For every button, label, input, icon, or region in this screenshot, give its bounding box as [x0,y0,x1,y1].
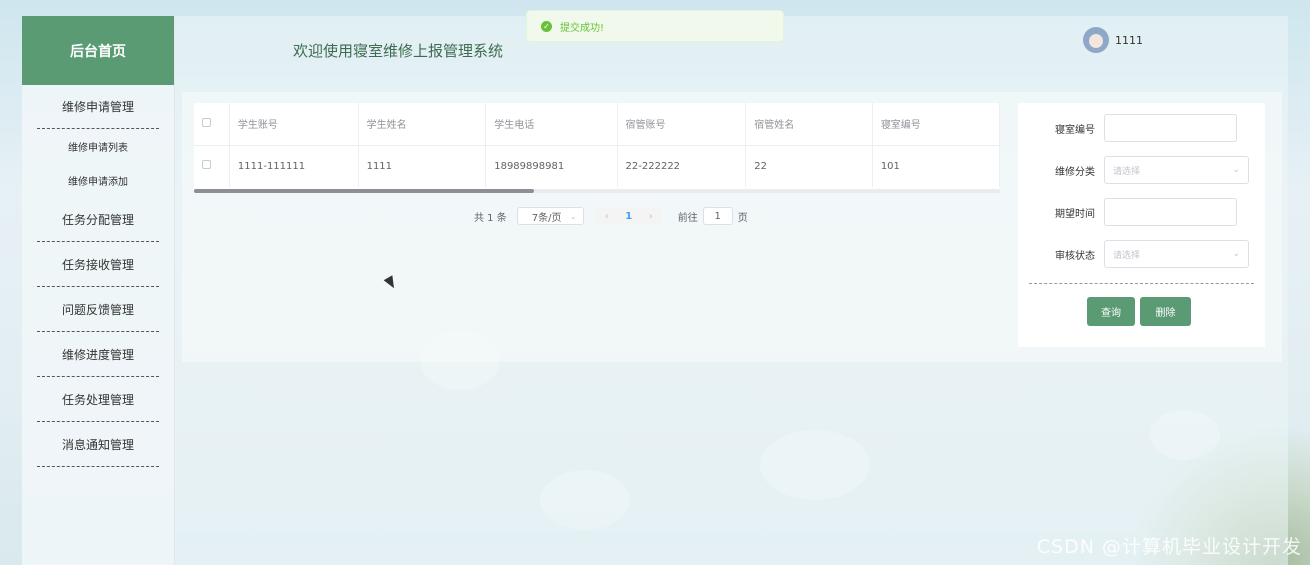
success-toast: ✓ 提交成功! [526,10,784,42]
menu-group-notification: 消息通知管理 [37,422,159,467]
table-cell: 18989898981 [485,145,618,187]
category-placeholder: 请选择 [1113,166,1141,177]
column-header[interactable]: 宿管账号 [617,103,747,145]
form-row-dorm-no: 寝室编号 [1018,114,1265,142]
goto-page-input[interactable]: 1 [702,207,733,225]
check-icon: ✓ [541,20,552,32]
delete-button[interactable]: 删除 [1140,297,1191,326]
row-select-cell [194,145,230,187]
chevron-down-icon: ⌄ [1232,165,1240,175]
table-cell: 22 [745,145,873,187]
page-size-value: 7条/页 [531,212,562,224]
status-placeholder: 请选择 [1113,250,1141,261]
column-header[interactable]: 学生电话 [485,103,618,145]
table-cell: 101 [872,145,1000,187]
pagination: 共 1 条 7条/页 ⌄ ‹ 1 › 前往 1 页 [474,207,748,225]
dorm-no-input[interactable] [1104,114,1237,142]
user-info[interactable]: 1111 [1083,27,1143,53]
column-header[interactable]: 学生账号 [229,103,359,145]
menu-group-task-receive: 任务接收管理 [37,242,159,287]
table-row[interactable]: 1111-111111 1111 18989898981 22-222222 2… [194,145,1000,187]
prev-page-button[interactable]: ‹ [595,207,618,225]
menu-title-progress[interactable]: 维修进度管理 [37,332,159,377]
page-suffix: 页 [737,212,748,224]
chevron-down-icon: ⌄ [570,211,577,221]
expected-time-input[interactable] [1104,198,1237,226]
row-checkbox[interactable] [202,160,211,170]
select-all-cell [194,103,230,145]
menu-title-task-process[interactable]: 任务处理管理 [37,377,159,422]
sidebar-home[interactable]: 后台首页 [22,16,174,85]
menu-title-notification[interactable]: 消息通知管理 [37,422,159,467]
select-all-checkbox[interactable] [202,117,211,127]
status-label: 审核状态 [1055,250,1095,262]
menu-group-repair-request: 维修申请管理 维修申请列表 维修申请添加 [37,85,159,197]
avatar[interactable] [1083,27,1109,53]
sidebar: 后台首页 维修申请管理 维修申请列表 维修申请添加 任务分配管理 任务接收管理 … [22,16,175,565]
pagination-total: 共 1 条 [474,212,507,224]
chevron-right-icon: › [648,210,653,222]
submenu-repair-add[interactable]: 维修申请添加 [37,163,159,197]
table-cell: 22-222222 [617,145,747,187]
category-select[interactable]: 请选择 ⌄ [1104,156,1249,184]
menu-group-task-process: 任务处理管理 [37,377,159,422]
form-row-category: 维修分类 请选择 ⌄ [1018,156,1265,184]
dorm-no-label: 寝室编号 [1055,124,1095,136]
category-label: 维修分类 [1055,166,1095,178]
chevron-left-icon: ‹ [604,210,609,222]
submenu-repair-list[interactable]: 维修申请列表 [37,129,159,163]
next-page-button[interactable]: › [639,207,662,225]
username: 1111 [1115,33,1143,47]
menu-title-feedback[interactable]: 问题反馈管理 [37,287,159,332]
toast-message: 提交成功! [560,22,605,34]
page-size-select[interactable]: 7条/页 ⌄ [516,207,584,225]
table-cell: 1111 [358,145,487,187]
goto-label: 前往 [677,212,698,224]
chevron-down-icon: ⌄ [1232,249,1240,259]
menu-title-task-receive[interactable]: 任务接收管理 [37,242,159,287]
column-header[interactable]: 宿管姓名 [745,103,873,145]
status-select[interactable]: 请选择 ⌄ [1104,240,1249,268]
data-table: 学生账号 学生姓名 学生电话 宿管账号 宿管姓名 寝室编号 1111-11111… [194,103,1000,189]
menu-title-repair-request[interactable]: 维修申请管理 [37,85,159,129]
query-button[interactable]: 查询 [1087,297,1135,326]
horizontal-scrollbar-thumb[interactable] [194,189,534,193]
divider [1029,283,1254,284]
menu-title-task-assign[interactable]: 任务分配管理 [37,197,159,242]
table-header-row: 学生账号 学生姓名 学生电话 宿管账号 宿管姓名 寝室编号 [194,103,1000,145]
menu-group-task-assign: 任务分配管理 [37,197,159,242]
form-row-status: 审核状态 请选择 ⌄ [1018,240,1265,268]
expected-time-label: 期望时间 [1055,208,1095,220]
column-header[interactable]: 学生姓名 [358,103,487,145]
menu-group-feedback: 问题反馈管理 [37,287,159,332]
table-cell: 1111-111111 [229,145,359,187]
watermark: CSDN @计算机毕业设计开发 [1036,536,1302,558]
page-title: 欢迎使用寝室维修上报管理系统 [293,42,504,60]
search-panel: 寝室编号 维修分类 请选择 ⌄ 期望时间 审核状态 请选择 ⌄ 查询 删除 [1018,103,1265,347]
menu-group-progress: 维修进度管理 [37,332,159,377]
form-row-expected-time: 期望时间 [1018,198,1265,226]
column-header[interactable]: 寝室编号 [872,103,1000,145]
page-number-current[interactable]: 1 [617,207,640,225]
